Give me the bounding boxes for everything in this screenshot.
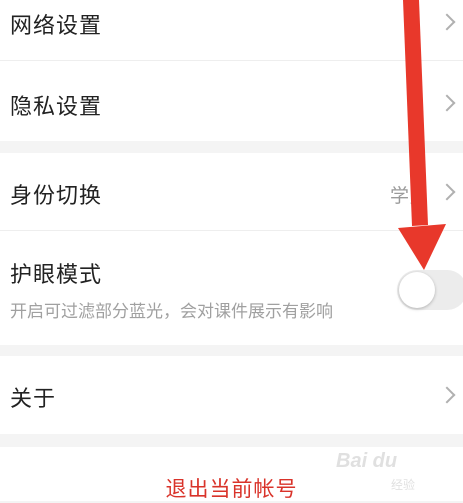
red-arrow-annotation [398,0,446,270]
arrow-head [398,224,446,270]
arrow-shaft [403,0,428,226]
